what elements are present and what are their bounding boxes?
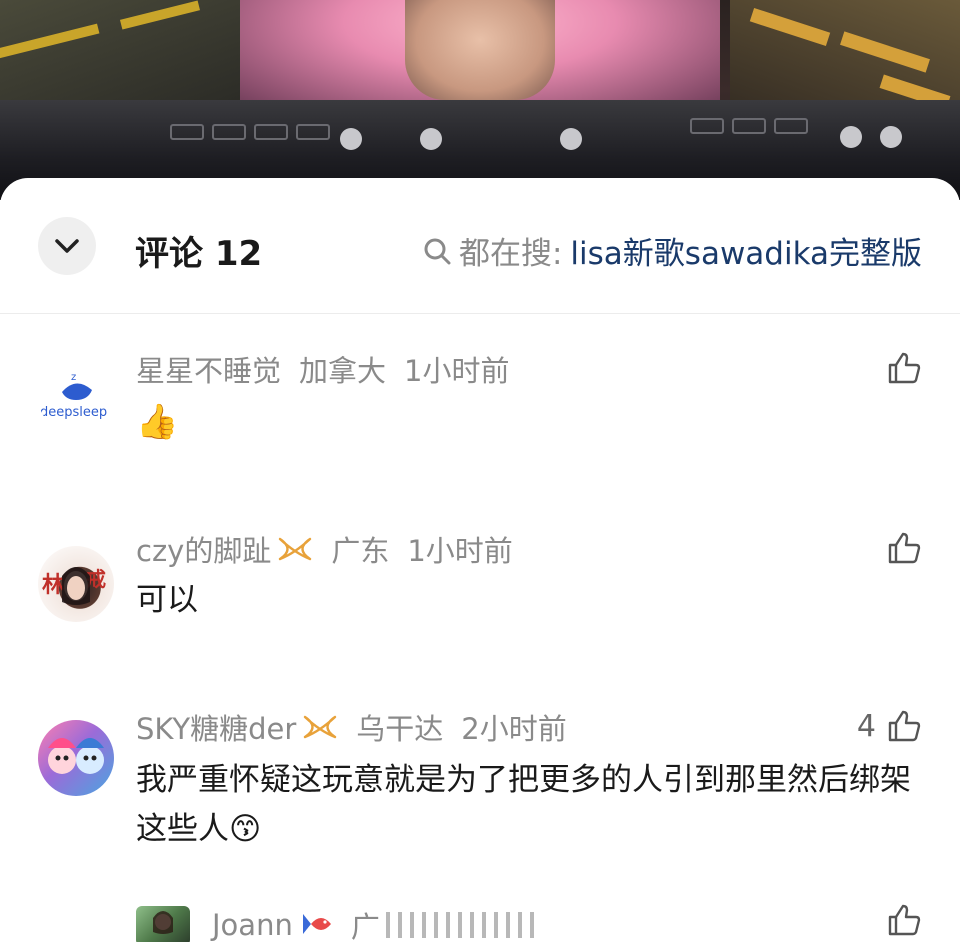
fish-badge-icon: [302, 914, 331, 934]
member-badge-icon: [304, 715, 337, 739]
comment-meta: 星星不睡觉 加拿大 1小时前: [136, 348, 509, 390]
avatar[interactable]: [136, 906, 190, 942]
search-term: lisa新歌sawadika完整版: [570, 236, 922, 272]
comment-location: 乌干达: [356, 712, 444, 746]
comment-username[interactable]: 星星不睡觉: [136, 348, 281, 390]
comment-header: 评论 12 都在搜: lisa新歌sawadika完整版: [0, 178, 960, 314]
member-badge-icon: [279, 537, 312, 561]
reply-location: 广: [350, 910, 380, 942]
search-prefix: 都在搜:: [458, 236, 563, 272]
comment-time: 1小时前: [407, 534, 513, 568]
reply-meta: Joann 广: [212, 904, 536, 942]
smirk-emoji: 😙: [229, 811, 262, 847]
comment-content: 可以: [136, 582, 198, 618]
comment-username[interactable]: SKY糖糖der: [136, 706, 296, 748]
reply-username[interactable]: Joann: [212, 908, 293, 942]
search-icon: [424, 238, 451, 264]
video-player[interactable]: [0, 0, 960, 200]
avatar[interactable]: 林 戒: [38, 546, 114, 622]
comment-location: 广东: [331, 534, 390, 568]
comment-meta: czy的脚趾 广东 1小时前: [136, 528, 513, 570]
comment-count-title: 评论 12: [135, 234, 263, 274]
comment-content: 我严重怀疑这玩意就是为了把更多的人引到那里然后绑架这些人😙: [136, 756, 926, 854]
whale-logo-icon: z deepsleep: [40, 372, 107, 420]
obscured-text: [385, 912, 536, 938]
thumbs-up-icon: [888, 904, 921, 936]
comment-time: 1小时前: [404, 354, 510, 388]
trending-search-link[interactable]: 都在搜: lisa新歌sawadika完整版: [423, 228, 922, 273]
avatar[interactable]: [38, 720, 114, 796]
svg-text:z: z: [71, 372, 76, 383]
thumbs-up-icon: [888, 710, 921, 742]
comment-time: 2小时前: [461, 712, 567, 746]
svg-text:林: 林: [42, 573, 64, 598]
chevron-down-icon: [55, 239, 79, 253]
like-button[interactable]: [886, 902, 922, 938]
collapse-button[interactable]: [38, 217, 96, 275]
comment-location: 加拿大: [299, 354, 387, 388]
thumbs-up-icon: [888, 352, 921, 384]
like-count: 4: [856, 708, 876, 744]
svg-text:deepsleep: deepsleep: [40, 405, 107, 420]
like-button[interactable]: [886, 530, 922, 566]
thumbs-up-emoji: 👍: [136, 402, 179, 442]
comment-sheet: 评论 12 都在搜: lisa新歌sawadika完整版 z deepsleep…: [0, 178, 960, 942]
thumbs-up-icon: [888, 532, 921, 564]
like-button[interactable]: [886, 350, 922, 386]
comment-username[interactable]: czy的脚趾: [136, 528, 271, 570]
comment-meta: SKY糖糖der 乌干达 2小时前: [136, 706, 567, 748]
comment-content: 👍: [136, 398, 926, 447]
avatar[interactable]: z deepsleep: [38, 358, 114, 434]
like-button[interactable]: 4: [857, 708, 922, 744]
